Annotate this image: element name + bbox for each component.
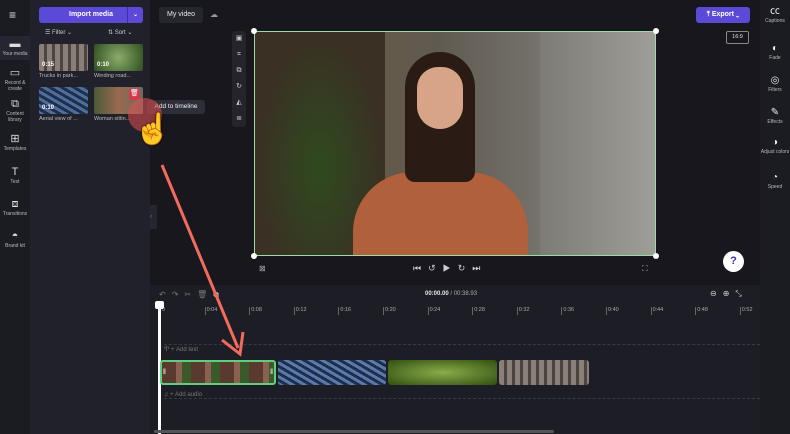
drag-arrow <box>160 164 245 357</box>
arrow-line <box>160 164 240 349</box>
